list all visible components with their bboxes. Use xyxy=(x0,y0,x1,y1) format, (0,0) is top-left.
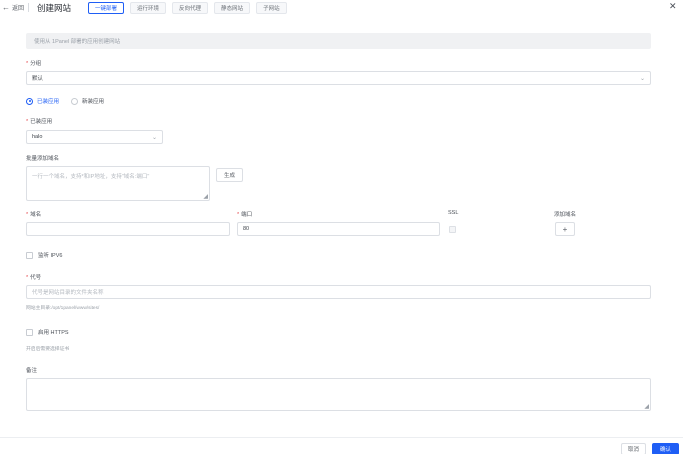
ssl-checkbox[interactable] xyxy=(449,226,456,233)
ipv6-label: 监听 IPV6 xyxy=(38,253,63,259)
ssl-label: SSL xyxy=(448,210,459,216)
ipv6-checkbox-row[interactable]: 监听 IPV6 xyxy=(26,251,62,259)
port-input[interactable]: 80 xyxy=(237,222,440,236)
generate-button[interactable]: 生成 xyxy=(216,168,243,182)
resize-handle-icon[interactable]: ◢ xyxy=(644,403,649,410)
info-banner: 使用从 1Panel 部署的应用创建网站 xyxy=(26,33,651,49)
chevron-down-icon: ⌄ xyxy=(639,76,645,82)
tab-static-site[interactable]: 静态网站 xyxy=(214,2,251,14)
back-label: 返回 xyxy=(12,6,25,12)
alias-hint: 网站主目录:/opt/1panel/www/sites/ xyxy=(26,306,100,311)
port-label: * 端口 xyxy=(237,212,253,218)
header-bar: ← 返回 创建网站 一键部署 运行环境 反向代理 静态网站 子网站 ✕ xyxy=(0,0,683,17)
radio-installed-app-label: 已装应用 xyxy=(37,99,60,105)
https-checkbox[interactable] xyxy=(26,328,33,336)
close-icon[interactable]: ✕ xyxy=(669,1,677,12)
alias-label: * 代号 xyxy=(26,275,42,281)
radio-new-app[interactable]: 新装应用 xyxy=(71,97,104,105)
remark-label: 备注 xyxy=(26,368,38,374)
tab-runtime[interactable]: 运行环境 xyxy=(130,2,167,14)
radio-installed-app[interactable]: 已装应用 xyxy=(26,97,59,105)
alias-placeholder: 代号是网站目录的文件夹名称 xyxy=(32,290,104,296)
installed-app-label: * 已装应用 xyxy=(26,119,53,125)
chevron-down-icon: ⌄ xyxy=(151,135,157,141)
remark-textarea[interactable]: ◢ xyxy=(26,378,651,411)
radio-new-app-label: 新装应用 xyxy=(82,99,105,105)
https-label: 启用 HTTPS xyxy=(38,330,69,336)
tab-reverse-proxy[interactable]: 反向代理 xyxy=(172,2,209,14)
installed-app-value: halo xyxy=(32,134,43,140)
tab-subsite[interactable]: 子网站 xyxy=(256,2,287,14)
back-button[interactable]: ← 返回 xyxy=(2,3,24,12)
port-input-value: 80 xyxy=(243,226,250,232)
resize-handle-icon[interactable]: ◢ xyxy=(203,193,208,200)
tab-one-click-deploy[interactable]: 一键部署 xyxy=(88,2,125,14)
group-label: * 分组 xyxy=(26,61,42,67)
ipv6-checkbox[interactable] xyxy=(26,251,33,259)
create-mode-tabs: 一键部署 运行环境 反向代理 静态网站 子网站 xyxy=(88,2,287,14)
batch-domain-textarea[interactable]: 一行一个域名，支持*和IP地址，支持"域名:端口" ◢ xyxy=(26,166,210,201)
https-checkbox-row[interactable]: 启用 HTTPS xyxy=(26,328,69,336)
app-mode-radio-group: 已装应用 新装应用 xyxy=(26,97,104,105)
radio-indicator xyxy=(26,97,33,105)
confirm-button[interactable]: 确认 xyxy=(652,443,679,454)
alias-input[interactable]: 代号是网站目录的文件夹名称 xyxy=(26,285,651,299)
batch-domain-placeholder: 一行一个域名，支持*和IP地址，支持"域名:端口" xyxy=(32,174,150,180)
add-domain-button[interactable]: + xyxy=(555,222,575,236)
batch-domain-label: 批量添加域名 xyxy=(26,156,60,162)
page-title: 创建网站 xyxy=(37,3,72,13)
group-select-value: 默认 xyxy=(32,76,44,82)
header-divider xyxy=(28,3,29,12)
arrow-left-icon: ← xyxy=(2,2,10,12)
footer-divider xyxy=(0,437,683,438)
domain-label: * 域名 xyxy=(26,212,42,218)
installed-app-select[interactable]: halo ⌄ xyxy=(26,130,163,144)
domain-input[interactable] xyxy=(26,222,230,236)
add-domain-label: 添加域名 xyxy=(554,212,577,218)
group-select[interactable]: 默认 ⌄ xyxy=(26,71,651,85)
radio-indicator xyxy=(71,97,79,105)
https-hint: 开启后需要选择证书 xyxy=(26,347,70,352)
cancel-button[interactable]: 取消 xyxy=(621,443,646,454)
